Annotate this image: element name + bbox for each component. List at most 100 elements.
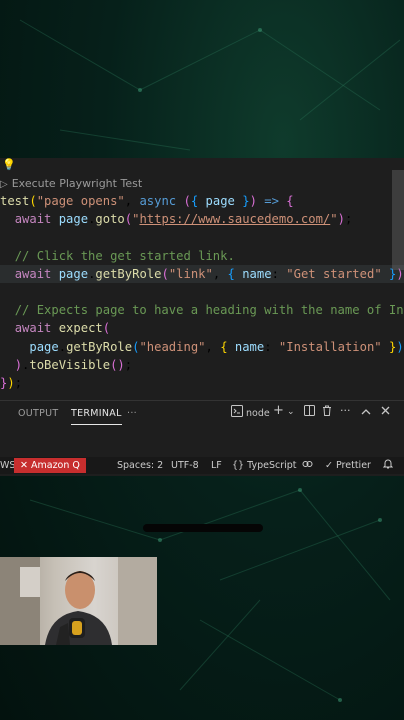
code-token: , [212,266,228,281]
code-token: ) [249,194,257,208]
presenter-image [0,557,157,645]
run-icon: ▷ [0,179,8,190]
code-token: test [0,194,30,208]
home-indicator [143,524,263,532]
code-token: } [242,194,250,208]
code-token: ) [396,339,404,354]
tab-terminal[interactable]: TERMINAL [71,408,122,425]
terminal-icon[interactable] [231,405,243,420]
close-icon[interactable] [381,405,390,418]
code-token: : [264,339,279,354]
code-line[interactable] [0,283,404,301]
code-line[interactable]: }); [0,374,404,392]
code-token: ; [124,357,133,372]
panel-more-button[interactable]: ··· [127,408,137,419]
code-token: await [14,266,52,281]
code-token: ( [102,321,111,336]
webcam-overlay [0,557,157,645]
bell-icon[interactable] [382,457,394,474]
code-token: goto [95,212,125,227]
code-area[interactable]: test ( "page opens", async ( { page }) => {… [0,192,404,392]
code-token: { [220,339,228,354]
indentation-status[interactable]: Spaces: 2 [117,457,163,474]
code-line[interactable]: await page.goto("https://www.saucedemo.c… [0,210,404,228]
code-token: page [58,212,89,227]
code-line[interactable] [0,228,404,246]
code-line[interactable]: ).toBeVisible(); [0,356,404,374]
code-token: "Get started" [286,266,382,281]
code-token: { [227,266,235,281]
code-line[interactable]: // Expects page to have a heading with t… [0,301,404,319]
code-token: => [264,194,279,208]
code-token: "page opens" [36,194,125,208]
code-token: , [205,339,221,354]
code-token: "link" [168,266,213,281]
code-line[interactable]: await expect( [0,319,404,337]
code-line[interactable]: test("page opens", async ({ page }) => { [0,192,404,210]
trash-icon[interactable] [322,405,332,419]
code-token: ) [14,357,23,372]
code-line[interactable]: await page.getByRole("link", { name: "Ge… [0,264,404,283]
eol-status[interactable]: LF [211,457,222,474]
code-line[interactable]: // Click the get started link. [0,247,404,265]
code-line[interactable]: page.getByRole("heading", { name: "Insta… [0,338,404,356]
code-token: name [234,339,265,354]
code-token: "heading" [139,339,206,354]
code-token: : [271,266,287,281]
copilot-icon[interactable] [302,457,313,474]
code-token: "Installation" [278,339,382,354]
more-icon[interactable]: ··· [340,404,351,417]
code-token: { [286,194,294,208]
encoding-status[interactable]: UTF-8 [171,457,199,474]
check-icon: ✓ [325,460,333,471]
prettier-label: Prettier [336,460,371,471]
status-bar: WS ✕ Amazon Q Spaces: 2 UTF-8 LF {} Type… [0,457,404,474]
code-token: ( [161,266,169,281]
code-token: . [58,339,67,354]
code-token: await [14,212,52,227]
code-token: page [29,339,59,354]
code-token: ( [183,194,191,208]
tab-output[interactable]: OUTPUT [18,408,59,419]
lightbulb-icon[interactable]: 💡 [2,158,16,171]
code-token: page [205,194,235,208]
code-token: page [58,266,89,281]
chevron-up-icon[interactable] [361,406,371,419]
code-token: ) [337,212,345,227]
close-icon: ✕ [20,460,28,471]
code-token: async [139,194,177,208]
split-icon[interactable] [304,405,315,419]
codelens-execute-test[interactable]: ▷ Execute Playwright Test [0,176,142,192]
code-token: ; [14,375,23,390]
code-token: // Expects page to have a heading with t… [14,303,404,318]
codelens-label: Execute Playwright Test [11,177,143,190]
terminal-name[interactable]: node [246,408,270,419]
code-token: https://www.saucedemo.com/ [139,212,331,227]
language-status[interactable]: {} TypeScript [232,457,297,474]
language-label: TypeScript [247,460,297,471]
plus-icon[interactable]: + [273,403,284,418]
code-token: await [14,321,52,336]
braces-icon: {} [232,460,245,471]
code-token: ; [344,212,353,227]
amazon-q-status[interactable]: ✕ Amazon Q [14,458,86,473]
code-token: name [242,266,272,281]
code-token: () [110,357,125,372]
prettier-status[interactable]: ✓ Prettier [325,457,371,474]
editor-scrollbar[interactable] [392,170,404,270]
code-token: expect [58,321,103,336]
code-token: toBeVisible [29,357,111,372]
chevron-down-icon[interactable]: ⌄ [287,407,295,417]
